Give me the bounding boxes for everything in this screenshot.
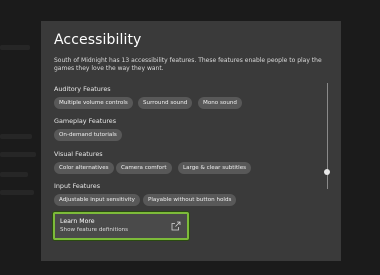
learn-more-button[interactable]: Learn More Show feature definitions [53,212,189,240]
feature-chip[interactable]: Mono sound [198,97,242,109]
section-label-gameplay: Gameplay Features [54,117,117,125]
background-decoration [0,190,34,195]
background-decoration [0,172,28,177]
feature-chip[interactable]: On-demand tutorials [54,129,122,141]
external-link-icon [171,221,181,231]
scrollbar-thumb[interactable] [324,169,330,175]
feature-chip[interactable]: Surround sound [138,97,193,109]
learn-more-title: Learn More [60,218,95,225]
dialog-title: Accessibility [54,32,142,48]
feature-chip[interactable]: Playable without button holds [143,194,237,206]
feature-chip[interactable]: Multiple volume controls [54,97,133,109]
background-decoration [0,152,36,157]
section-label-input: Input Features [54,182,101,190]
feature-chip[interactable]: Camera comfort [116,162,172,174]
section-label-visual: Visual Features [54,150,103,158]
feature-chip[interactable]: Color alternatives [54,162,114,174]
feature-chip[interactable]: Large & clear subtitles [178,162,252,174]
learn-more-subtitle: Show feature definitions [60,227,129,233]
accessibility-dialog: Accessibility South of Midnight has 13 a… [41,21,341,261]
section-label-auditory: Auditory Features [54,85,111,93]
dialog-description: South of Midnight has 13 accessibility f… [54,57,322,72]
features-list[interactable]: Auditory Features Multiple volume contro… [54,82,322,207]
background-decoration [0,45,30,50]
background-decoration [0,134,32,139]
feature-chip[interactable]: Adjustable input sensitivity [54,194,140,206]
